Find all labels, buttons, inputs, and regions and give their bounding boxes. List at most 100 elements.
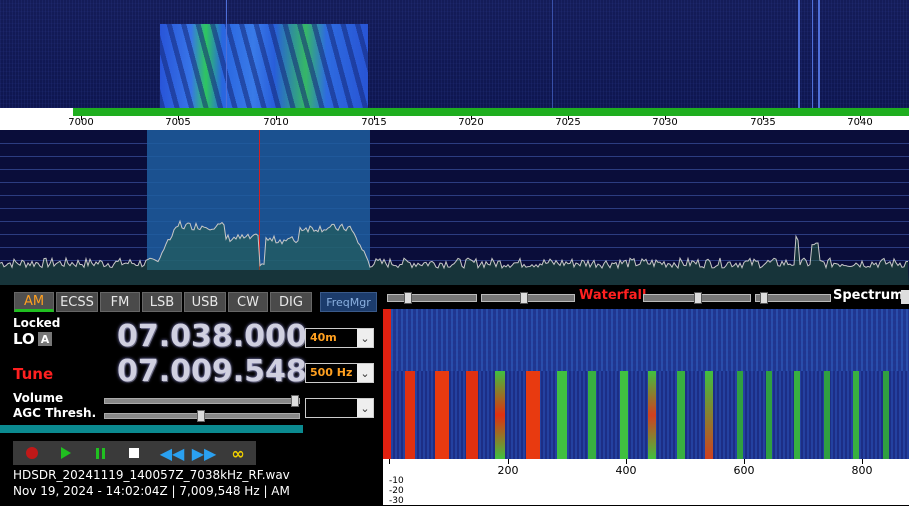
waterfall-signal-band	[160, 24, 368, 108]
audio-waterfall-slider[interactable]	[387, 292, 477, 304]
lo-label: LO	[13, 330, 35, 348]
rf-waterfall[interactable]	[0, 0, 909, 108]
freqmgr-button[interactable]: FreqMgr	[320, 292, 377, 312]
agc-threshold-slider[interactable]	[104, 410, 300, 422]
audio-signal-column	[883, 371, 889, 459]
waterfall-signal-trace	[552, 0, 553, 108]
lo-frequency-display[interactable]: 07.038.000	[117, 319, 307, 354]
file-info: Nov 19, 2024 - 14:02:04Z | 7,009,548 Hz …	[13, 484, 290, 498]
audio-scale-label: 800	[851, 464, 873, 477]
stop-icon[interactable]	[119, 441, 149, 465]
scale-tick	[389, 459, 390, 464]
tune-frequency-display[interactable]: 07.009.548	[117, 354, 307, 389]
audio-waterfall-noise	[391, 309, 909, 371]
step-select[interactable]: 500 Hz ⌄	[305, 363, 374, 383]
audio-waterfall-slider[interactable]	[481, 292, 575, 304]
mode-lsb-button[interactable]: LSB	[142, 292, 182, 312]
scale-label: 7010	[263, 117, 289, 128]
record-icon[interactable]	[17, 441, 47, 465]
mode-am-button[interactable]: AM	[14, 292, 54, 312]
mode-fm-button[interactable]: FM	[100, 292, 140, 312]
scale-label: 7015	[361, 117, 387, 128]
transport-bar: ◀◀ ▶▶ ∞	[13, 441, 256, 465]
agc-threshold-label: AGC Thresh.	[13, 406, 97, 420]
spectrum-line	[0, 219, 909, 270]
chevron-down-icon: ⌄	[357, 329, 373, 347]
scale-label: 7020	[458, 117, 484, 128]
spectrum-trace	[0, 219, 909, 285]
file-name: HDSDR_20241119_140057Z_7038kHz_RF.wav	[13, 468, 290, 482]
audio-signal-column	[824, 371, 830, 459]
agc-slider-thumb[interactable]	[197, 410, 205, 422]
audio-signal-column	[705, 371, 713, 459]
db-label: -10	[389, 476, 404, 486]
play-icon[interactable]	[51, 441, 81, 465]
control-panel: AM ECSS FM LSB USB CW DIG FreqMgr Locked…	[0, 285, 383, 505]
loop-icon[interactable]: ∞	[223, 441, 253, 465]
db-label: -20	[389, 486, 404, 496]
audio-scale-label: 600	[733, 464, 755, 477]
audio-signal-column	[557, 371, 567, 459]
chevron-down-icon: ⌄	[357, 399, 373, 417]
audio-signal-column	[677, 371, 685, 459]
audio-waterfall-edge	[383, 309, 391, 459]
volume-slider-thumb[interactable]	[291, 395, 299, 407]
band-select[interactable]: 40m ⌄	[305, 328, 374, 348]
chevron-down-icon: ⌄	[357, 364, 373, 382]
audio-waterfall[interactable]	[383, 309, 909, 459]
rewind-icon[interactable]: ◀◀	[157, 441, 187, 465]
mode-usb-button[interactable]: USB	[184, 292, 226, 312]
scale-label: 7035	[750, 117, 776, 128]
volume-slider[interactable]	[104, 395, 300, 407]
lo-status-label: Locked	[13, 316, 61, 330]
audio-signal-column	[466, 371, 478, 459]
spectrum-label: Spectrum	[833, 288, 904, 303]
lo-lock-badge[interactable]: A	[38, 332, 52, 346]
audio-scale-label: 400	[615, 464, 637, 477]
agc-select[interactable]: ⌄	[305, 398, 374, 418]
audio-scale-label: 200	[497, 464, 519, 477]
slider-thumb[interactable]	[760, 292, 768, 304]
frequency-scale[interactable]: 7000 7005 7010 7015 7020 7025 7030 7035 …	[0, 108, 909, 130]
waterfall-label: Waterfall	[579, 288, 647, 303]
audio-signal-column	[766, 371, 772, 459]
mode-cw-button[interactable]: CW	[228, 292, 268, 312]
waterfall-signal-trace	[818, 0, 820, 108]
audio-signal-column	[526, 371, 540, 459]
scale-label: 7005	[165, 117, 191, 128]
hdsdr-window: 7000 7005 7010 7015 7020 7025 7030 7035 …	[0, 0, 909, 506]
audio-signal-column	[620, 371, 628, 459]
scale-label: 7025	[555, 117, 581, 128]
audio-frequency-scale: 200 400 600 800 -10 -20 -30	[383, 459, 909, 506]
pause-icon[interactable]	[85, 441, 115, 465]
audio-panel-header: Waterfall Spectrum	[383, 285, 909, 307]
slider-thumb[interactable]	[404, 292, 412, 304]
audio-signal-column	[648, 371, 656, 459]
slider-thumb[interactable]	[694, 292, 702, 304]
audio-signal-column	[495, 371, 505, 459]
audio-signal-column	[794, 371, 800, 459]
panel-toggle[interactable]	[901, 290, 909, 304]
step-value: 500 Hz	[310, 366, 353, 379]
fast-forward-icon[interactable]: ▶▶	[189, 441, 219, 465]
scale-label: 7040	[847, 117, 873, 128]
slider-thumb[interactable]	[520, 292, 528, 304]
audio-spectrum-slider[interactable]	[755, 292, 831, 304]
mode-dig-button[interactable]: DIG	[270, 292, 312, 312]
level-bar	[0, 425, 303, 433]
audio-panel: Waterfall Spectrum 200 400 600 800 -10 -…	[383, 285, 909, 506]
spectrum-fill	[0, 221, 909, 285]
waterfall-signal-trace	[812, 0, 813, 108]
audio-signal-column	[435, 371, 449, 459]
frequency-range-bar	[73, 108, 909, 116]
audio-spectrum-slider[interactable]	[643, 292, 751, 304]
audio-signal-column	[405, 371, 415, 459]
audio-signal-column	[737, 371, 743, 459]
rf-spectrum[interactable]	[0, 130, 909, 285]
waterfall-signal-trace	[226, 0, 227, 108]
mode-ecss-button[interactable]: ECSS	[56, 292, 98, 312]
band-value: 40m	[310, 331, 337, 344]
volume-label: Volume	[13, 391, 64, 405]
waterfall-signal-trace	[798, 0, 800, 108]
audio-signal-column	[853, 371, 859, 459]
